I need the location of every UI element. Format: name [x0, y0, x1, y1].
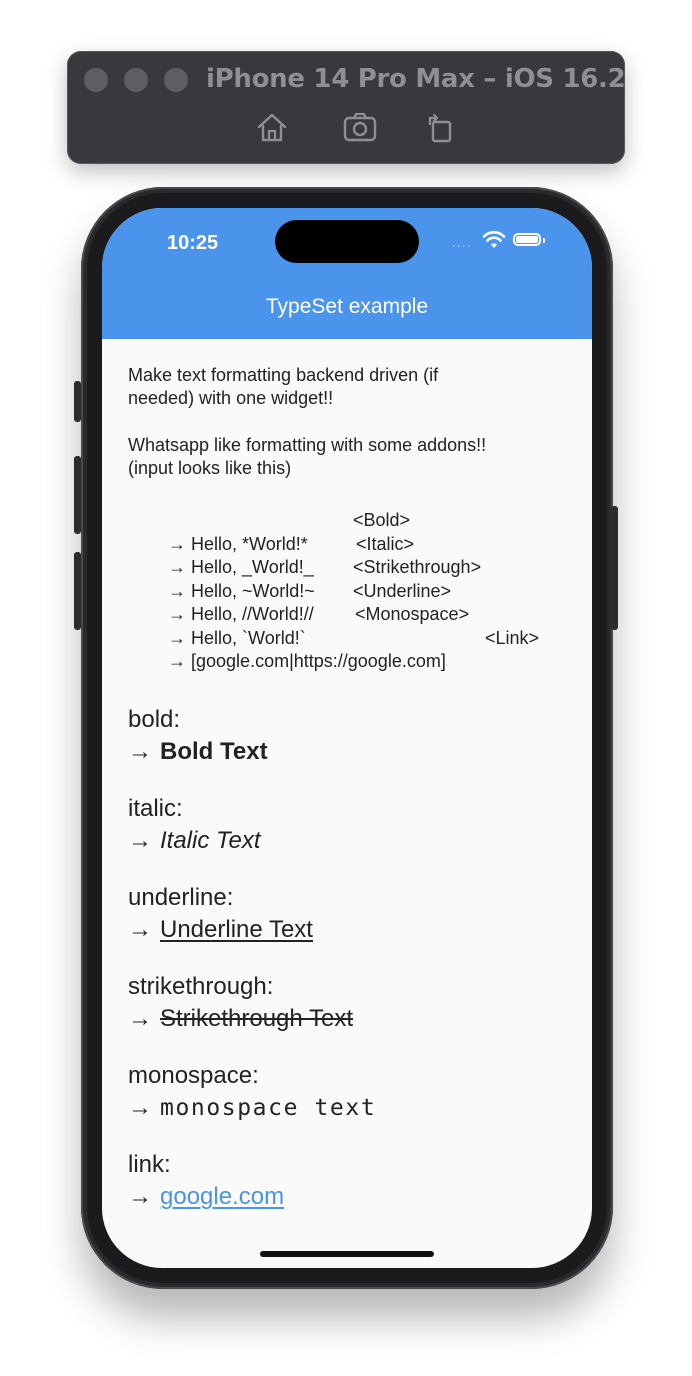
section-label: bold:: [128, 706, 181, 733]
close-window-button[interactable]: [84, 68, 108, 92]
section-label: italic:: [128, 795, 183, 822]
section-label: monospace:: [128, 1062, 259, 1089]
format-tag: <Strikethrough>: [353, 557, 482, 577]
volume-up-button: [74, 456, 81, 534]
action-button: [74, 381, 81, 422]
section-label: link:: [128, 1151, 171, 1178]
format-example-bold: → Hello, *World!* <Bold>: [128, 509, 580, 554]
phone-screen: 10:25 .... TypeSet example Make text for…: [102, 208, 592, 1268]
zoom-window-button[interactable]: [164, 68, 188, 92]
section-monospace: monospace: → monospace text: [128, 1060, 580, 1149]
google-link[interactable]: google.com: [160, 1183, 284, 1210]
format-tag: <Monospace>: [355, 604, 470, 624]
status-time: 10:25: [167, 232, 219, 254]
dynamic-island: [275, 220, 419, 263]
app-bar: 10:25 .... TypeSet example: [102, 208, 592, 339]
format-example-list: → Hello, *World!* <Bold> → Hello, _World…: [128, 509, 580, 672]
format-tag: <Link>: [485, 627, 540, 648]
format-example-link: → [google.com|https://google.com] <Link>: [128, 627, 580, 672]
bold-text: Bold Text: [160, 738, 268, 765]
format-tag: <Bold>: [353, 510, 411, 530]
arrow-icon: →: [128, 827, 152, 854]
rotate-icon[interactable]: [422, 110, 458, 146]
battery-tip: [543, 238, 545, 243]
format-example-italic: → Hello, _World!_ <Italic>: [128, 533, 580, 578]
section-bold: bold: → Bold Text: [128, 704, 580, 793]
arrow-icon: →: [128, 1094, 152, 1121]
home-icon[interactable]: [254, 110, 290, 146]
monospace-text: monospace text: [160, 1095, 377, 1121]
strikethrough-text: Strikethrough Text: [160, 1005, 353, 1032]
whatsapp-paragraph: Whatsapp like formatting with some addon…: [128, 435, 487, 478]
format-tag: <Underline>: [353, 580, 452, 601]
section-link: link: → google.com: [128, 1149, 580, 1238]
format-example-strikethrough: → Hello, ~World!~ <Strikethrough>: [128, 556, 580, 601]
minimize-window-button[interactable]: [124, 68, 148, 92]
section-label: underline:: [128, 884, 234, 911]
format-tag: <Italic>: [356, 533, 415, 554]
power-button: [611, 506, 618, 630]
format-example-underline: → Hello, //World!// <Underline>: [128, 580, 580, 625]
section-italic: italic: → Italic Text: [128, 793, 580, 882]
format-example-monospace: → Hello, `World!` <Monospace>: [128, 603, 580, 648]
rendered-examples: bold: → Bold Text italic: → Italic Text un…: [128, 704, 580, 1238]
intro-paragraph: Make text formatting backend driven (if …: [128, 365, 439, 408]
screenshot-icon[interactable]: [342, 110, 378, 146]
simulator-title: iPhone 14 Pro Max – iOS 16.2: [206, 64, 626, 94]
arrow-icon: →: [128, 1005, 152, 1032]
arrow-icon: →: [128, 1183, 152, 1210]
arrow-icon: →: [128, 738, 152, 765]
underline-text: Underline Text: [160, 916, 313, 943]
section-label: strikethrough:: [128, 973, 274, 1000]
arrow-icon: →: [128, 916, 152, 943]
italic-text: Italic Text: [160, 827, 261, 854]
wifi-icon: [482, 231, 506, 248]
section-strikethrough: strikethrough: → Strikethrough Text: [128, 971, 580, 1060]
home-indicator[interactable]: [260, 1251, 434, 1257]
battery-icon: [513, 233, 541, 246]
signal-icon: ....: [452, 234, 472, 250]
app-bar-title: TypeSet example: [265, 295, 429, 318]
volume-down-button: [74, 552, 81, 630]
section-underline: underline: → Underline Text: [128, 882, 580, 971]
format-input: → [google.com|https://google.com]: [168, 651, 446, 671]
